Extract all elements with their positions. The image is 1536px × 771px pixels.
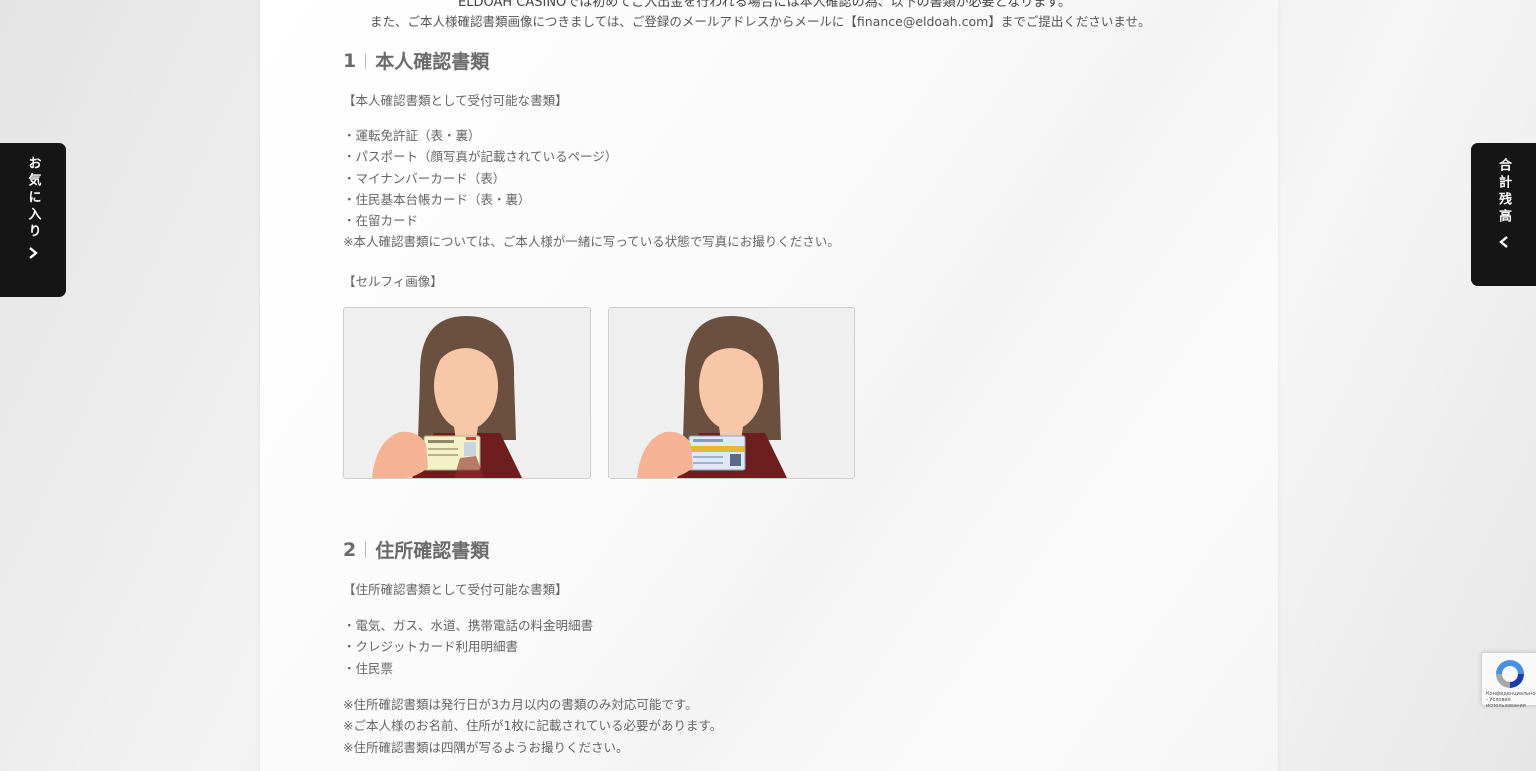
section2-title: 住所確認書類 [375, 540, 490, 562]
note-item: ※ご本人様のお名前、住所が1枚に記載されている必要があります。 [343, 718, 723, 734]
main-content-panel: ELDOAH CASINOでは初めてご入出金を行われる場合には本人確認の為、以下… [260, 0, 1278, 771]
list-item: ・在留カード [343, 213, 419, 229]
intro-heading-cutoff: ELDOAH CASINOでは初めてご入出金を行われる場合には本人確認の為、以下… [458, 0, 1071, 10]
section1-subtitle: 【本人確認書類として受付可能な書類】 [343, 93, 568, 108]
section1-number: 1 [343, 49, 357, 72]
heading-divider [365, 52, 367, 69]
section1-document-list: ・運転免許証（表・裏） ・パスポート（顔写真が記載されているページ） ・マイナン… [343, 125, 840, 253]
selfie-example-image-license [343, 307, 591, 479]
list-item: ・運転免許証（表・裏） [343, 128, 481, 143]
section1-heading: 1 本人確認書類 [343, 47, 489, 74]
favorites-label: お気に入り [25, 156, 41, 241]
list-item: ・クレジットカード利用明細書 [343, 639, 519, 655]
selfie-illustration [637, 316, 787, 478]
section2-number: 2 [343, 538, 357, 561]
list-item: ・住民票 [343, 660, 394, 676]
intro-text: また、ご本人様確認書類画像につきましては、ご登録のメールアドレスからメールに【f… [370, 14, 1151, 29]
list-item: ・住民基本台帳カード（表・裏） [343, 191, 531, 207]
chevron-left-icon [1498, 236, 1509, 252]
balance-label: 合計残高 [1496, 158, 1511, 226]
list-item: ・マイナンバーカード（表） [343, 170, 506, 186]
section2-notes: ※住所確認書類は発行日が3カ月以内の書類のみ対応可能です。 ※ご本人様のお名前、… [343, 694, 722, 758]
section2-document-list: ・電気、ガス、水道、携帯電話の料金明細書 ・クレジットカード利用明細書 ・住民票 [343, 615, 593, 679]
list-item: ・電気、ガス、水道、携帯電話の料金明細書 [343, 618, 594, 633]
recaptcha-logo-icon [1496, 660, 1524, 688]
section2-heading: 2 住所確認書類 [343, 536, 489, 563]
section1-note: ※本人確認書類については、ご本人様が一緒に写っている状態で写真にお撮りください。 [343, 234, 840, 250]
selfie-illustration [372, 316, 522, 478]
section2-subtitle: 【住所確認書類として受付可能な書類】 [343, 582, 568, 597]
chevron-right-icon [28, 247, 38, 263]
note-item: ※住所確認書類は四隅が写るようお撮りください。 [343, 739, 629, 755]
list-item: ・パスポート（顔写真が記載されているページ） [343, 149, 618, 165]
heading-divider [365, 541, 367, 558]
recaptcha-text: Конфиденциальность - Условия использован… [1486, 691, 1536, 709]
balance-side-tab[interactable]: 合計残高 [1471, 143, 1536, 286]
note-item: ※住所確認書類は発行日が3カ月以内の書類のみ対応可能です。 [343, 697, 698, 712]
selfie-label: 【セルフィ画像】 [343, 274, 443, 289]
recaptcha-badge[interactable]: Конфиденциальность - Условия использован… [1481, 652, 1536, 709]
favorites-side-tab[interactable]: お気に入り [0, 143, 66, 297]
section1-title: 本人確認書類 [375, 51, 490, 73]
selfie-example-image-card [608, 307, 855, 479]
